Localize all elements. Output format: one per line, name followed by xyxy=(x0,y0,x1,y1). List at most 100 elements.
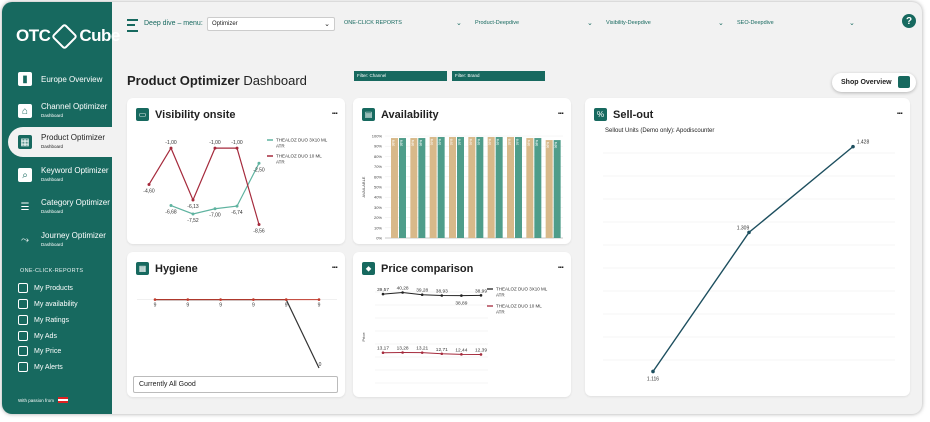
data-point xyxy=(460,353,463,356)
y-tick-label: 90% xyxy=(374,144,382,149)
data-point xyxy=(381,351,385,355)
legend-label-line: ATR xyxy=(496,310,505,315)
chevron-down-icon: ⌄ xyxy=(324,21,330,28)
data-point xyxy=(186,298,190,301)
sidebar-item-sublabel: Dashboard xyxy=(41,177,64,182)
bar xyxy=(468,137,476,238)
data-label: 40,28 xyxy=(397,285,409,291)
sidebar-item-label: Europe Overview xyxy=(41,74,103,84)
report-label: My Price xyxy=(34,347,62,355)
y-tick-label: 70% xyxy=(374,164,382,169)
data-label: 9 xyxy=(219,303,222,309)
legend-label-line: THEALOZ DUO 10 ML xyxy=(496,304,542,309)
data-point xyxy=(651,369,655,374)
sidebar-item-sublabel: Dashboard xyxy=(41,144,64,149)
bar-value-label: 96% xyxy=(546,142,550,149)
hygiene-status-text: Currently All Good xyxy=(139,381,196,388)
report-item-my-alerts[interactable]: My Alerts xyxy=(18,362,63,372)
data-point xyxy=(219,298,222,301)
report-item-my-price[interactable]: My Price xyxy=(18,346,61,356)
bar xyxy=(495,137,503,238)
filter-channel[interactable]: Filter: Channel xyxy=(354,71,447,81)
sidebar-item-category-optimizer[interactable]: ☰ Category Optimizer Dashboard xyxy=(8,192,112,222)
bar xyxy=(487,137,495,238)
report-item-my-ratings[interactable]: My Ratings xyxy=(18,315,69,325)
filter-brand[interactable]: Filter: Brand xyxy=(452,71,545,81)
sellout-chart: 1.116 1.309 1.428 xyxy=(603,140,895,382)
bar xyxy=(418,138,426,238)
deep-dive-label: Deep dive – menu: xyxy=(144,20,203,27)
sidebar-item-label: Channel Optimizer xyxy=(41,102,108,111)
data-point xyxy=(191,212,195,216)
data-label: -6,13 xyxy=(187,204,199,210)
bar-value-label: 99% xyxy=(469,139,473,146)
data-label: 38,99 xyxy=(475,288,487,294)
tab-visibility-deepdive[interactable]: Visibility-Deepdive ⌄ xyxy=(606,20,724,27)
product-icon: ▦ xyxy=(18,135,32,149)
data-label: 39,57 xyxy=(377,287,389,293)
legend-label-line: ATR xyxy=(496,293,505,298)
austria-flag-icon xyxy=(58,397,69,403)
sidebar-item-channel-optimizer[interactable]: ⌂ Channel Optimizer Dashboard xyxy=(8,96,112,126)
cube-icon xyxy=(51,22,79,50)
journey-icon: ⤳ xyxy=(21,234,29,246)
data-point xyxy=(381,292,385,296)
data-label: -8,56 xyxy=(253,229,265,235)
y-tick-label: 50% xyxy=(374,185,382,190)
sidebar-item-product-optimizer[interactable]: ▦ Product Optimizer Dashboard xyxy=(8,127,112,157)
data-label: -1,00 xyxy=(209,140,221,146)
page-title-rest: Dashboard xyxy=(243,73,307,88)
bar-value-label: 98% xyxy=(527,140,531,147)
bar xyxy=(526,138,534,238)
data-label: 38,89 xyxy=(455,301,467,307)
data-point xyxy=(317,298,321,301)
data-label: -6,74 xyxy=(231,210,243,216)
data-point xyxy=(401,351,404,354)
report-item-my-availability[interactable]: My availability xyxy=(18,299,78,309)
sidebar-item-journey-optimizer[interactable]: ⤳ Journey Optimizer Dashboard xyxy=(8,225,112,255)
card-availability: ▤ Availability ... 100% 90% 80% 70% 60% 50% 40… xyxy=(353,98,571,244)
data-label: 9 xyxy=(318,303,321,309)
data-label: 9 xyxy=(252,303,255,309)
report-item-my-ads[interactable]: My Ads xyxy=(18,331,57,341)
data-point xyxy=(257,223,261,227)
hamburger-menu-icon[interactable] xyxy=(127,19,138,32)
data-point xyxy=(440,294,444,297)
data-point xyxy=(257,161,261,165)
data-point xyxy=(440,352,444,356)
report-icon xyxy=(18,283,28,293)
series-line-dark xyxy=(155,298,320,369)
data-label: 13,17 xyxy=(377,346,389,352)
bar xyxy=(399,138,406,238)
deep-dive-select[interactable]: Optimizer ⌄ xyxy=(207,17,335,31)
bar-value-label: 99% xyxy=(458,139,462,146)
legend-label: THEALOZ DUO 10 ML ATR xyxy=(496,304,542,315)
data-point xyxy=(420,293,424,297)
y-tick-label: 60% xyxy=(374,174,382,179)
sidebar-item-keyword-optimizer[interactable]: ⌕ Keyword Optimizer Dashboard xyxy=(8,160,112,190)
tab-product-deepdive[interactable]: Product-Deepdive ⌄ xyxy=(475,20,593,27)
list-icon: ☰ xyxy=(20,201,30,213)
data-point xyxy=(169,204,173,208)
sidebar-item-europe-overview[interactable]: ▮ Europe Overview xyxy=(8,64,112,94)
help-icon[interactable]: ? xyxy=(902,14,916,28)
data-label: 13,21 xyxy=(416,346,428,352)
bar-value-label: 99% xyxy=(450,139,454,146)
report-label: My Products xyxy=(34,284,73,292)
data-label: 39,28 xyxy=(416,288,428,294)
y-tick-label: 0% xyxy=(376,236,382,241)
logo[interactable]: OTC Cube xyxy=(16,22,120,50)
series-line-0 xyxy=(382,291,482,297)
report-label: My availability xyxy=(34,300,78,308)
shop-overview-button[interactable]: Shop Overview xyxy=(832,73,916,92)
report-item-my-products[interactable]: My Products xyxy=(18,283,73,293)
tab-seo-deepdive[interactable]: SEO-Deepdive ⌄ xyxy=(737,20,855,27)
card-sell-out: % Sell-out ... Sellout Units (Demo only)… xyxy=(585,98,910,396)
tab-one-click-reports[interactable]: ONE-CLICK REPORTS ⌄ xyxy=(344,20,462,27)
bar-value-label: 99% xyxy=(430,139,434,146)
bar xyxy=(545,140,553,238)
tab-label: ONE-CLICK REPORTS xyxy=(344,20,402,26)
report-icon xyxy=(18,315,28,325)
data-label: -4,60 xyxy=(143,188,155,194)
data-point xyxy=(479,294,483,297)
